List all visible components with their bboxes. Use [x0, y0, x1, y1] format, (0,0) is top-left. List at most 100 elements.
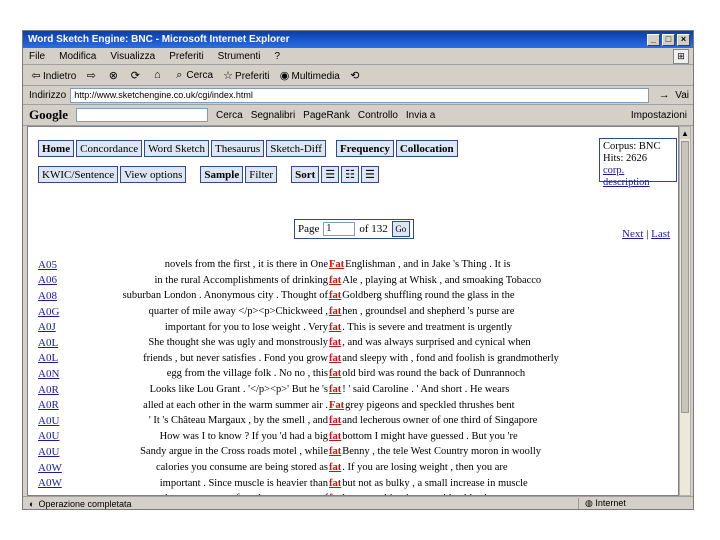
concordance-ref-link[interactable]: A0R — [38, 384, 98, 396]
concordance-keyword[interactable]: Fat — [328, 400, 345, 411]
filter-button[interactable]: Filter — [245, 166, 278, 183]
concordance-row: A08 suburban London . Anonymous city . Th… — [38, 288, 658, 304]
kwic-sentence-button[interactable]: KWIC/Sentence — [38, 166, 119, 183]
concordance-right-context: and sleepy with , fond and foolish is gr… — [342, 352, 559, 364]
status-zone: ◍ Internet — [578, 498, 693, 509]
menu-bar: File Modifica Visualizza Preferiti Strum… — [23, 48, 693, 65]
google-search-input[interactable] — [76, 108, 208, 122]
concordance-ref-link[interactable]: A0L — [38, 337, 98, 349]
nav-concordance-button[interactable]: Concordance — [76, 140, 143, 157]
go-arrow-icon[interactable]: → — [657, 89, 671, 102]
concordance-left-context: How was I to know ? If you 'd had a big — [159, 430, 328, 442]
concordance-keyword[interactable]: fat — [328, 415, 342, 426]
scroll-thumb[interactable] — [681, 141, 689, 413]
concordance-keyword[interactable]: Fat — [328, 259, 345, 270]
concordance-keyword[interactable]: fat — [328, 353, 342, 364]
google-bookmarks[interactable]: Segnalibri — [251, 110, 295, 121]
menu-view[interactable]: Visualizza — [110, 51, 155, 62]
concordance-row: A0L friends , but never satisfies . Fond … — [38, 351, 658, 367]
back-button[interactable]: ⇦ Indietro — [29, 69, 76, 82]
concordance-keyword[interactable]: fat — [328, 306, 342, 317]
concordance-keyword[interactable]: fat — [328, 337, 342, 348]
concordance-ref-link[interactable]: A0W — [38, 462, 98, 474]
status-bar: ◐ Operazione completata ◍ Internet — [23, 496, 693, 509]
scroll-up-icon[interactable]: ▲ — [680, 127, 690, 139]
view-options-button[interactable]: View options — [120, 166, 187, 183]
favorites-button[interactable]: ☆ Preferiti — [221, 69, 269, 82]
concordance-left-context: important for you to lose weight . Very — [164, 321, 328, 333]
concordance-ref-link[interactable]: A0W — [38, 477, 98, 489]
concordance-ref-link[interactable]: A06 — [38, 274, 98, 286]
corpus-description-link[interactable]: corp. description — [603, 165, 673, 189]
concordance-keyword[interactable]: fat — [328, 322, 342, 333]
sort-button[interactable]: Sort — [291, 166, 320, 183]
next-page-link[interactable]: Next — [622, 228, 643, 240]
concordance-ref-link[interactable]: A0G — [38, 306, 98, 318]
concordance-keyword[interactable]: fat — [328, 290, 342, 301]
concordance-ref-link[interactable]: A0J — [38, 321, 98, 333]
concordance-right-context: . If you are losing weight , then you ar… — [342, 462, 508, 474]
windows-logo-icon: ⊞ — [673, 48, 689, 64]
last-page-link[interactable]: Last — [651, 228, 670, 240]
concordance-ref-link[interactable]: A08 — [38, 290, 98, 302]
concordance-row: A0U ' It 's Château Margaux , by the smel… — [38, 413, 658, 429]
sort-node-icon[interactable]: ☷ — [341, 166, 360, 183]
forward-arrow-icon[interactable]: ⇨ — [84, 69, 98, 82]
concordance-row: A0G quarter of mile away </p><p>Chickweed… — [38, 304, 658, 320]
concordance-keyword[interactable]: fat — [328, 368, 342, 379]
concordance-ref-link[interactable]: A05 — [38, 259, 98, 271]
menu-help[interactable]: ? — [274, 51, 280, 62]
google-settings[interactable]: Impostazioni — [631, 110, 687, 121]
google-send[interactable]: Invia a — [406, 110, 435, 121]
concordance-ref-link[interactable]: A0U — [38, 446, 98, 458]
sample-button[interactable]: Sample — [200, 166, 244, 183]
concordance-ref-link[interactable]: A0U — [38, 430, 98, 442]
menu-tools[interactable]: Strumenti — [218, 51, 261, 62]
nav-collocation-button[interactable]: Collocation — [395, 140, 458, 157]
concordance-keyword[interactable]: fat — [328, 384, 342, 395]
menu-edit[interactable]: Modifica — [59, 51, 96, 62]
page-number-input[interactable]: 1 — [323, 222, 356, 236]
concordance-ref-link[interactable]: A0U — [38, 415, 98, 427]
nav-thesaurus-button[interactable]: Thesaurus — [211, 140, 265, 157]
concordance-left-context: egg from the village folk . No no , this — [166, 368, 328, 380]
menu-favorites[interactable]: Preferiti — [169, 51, 203, 62]
nav-sketch-diff-button[interactable]: Sketch-Diff — [266, 140, 326, 157]
stop-icon[interactable]: ⊗ — [106, 69, 120, 82]
maximize-button[interactable]: □ — [662, 33, 675, 46]
concordance-ref-link[interactable]: A0R — [38, 399, 98, 411]
concordance-keyword[interactable]: fat — [328, 431, 342, 442]
go-button[interactable]: Vai — [675, 90, 689, 101]
concordance-row: A0R Looks like Lou Grant . '</p><p>' But … — [38, 382, 658, 398]
concordance-ref-link[interactable]: A0L — [38, 352, 98, 364]
home-icon[interactable]: ⌂ — [150, 69, 164, 82]
refresh-icon[interactable]: ⟳ — [128, 69, 142, 82]
nav-home-button[interactable]: Home — [38, 140, 75, 157]
vertical-scrollbar[interactable]: ▲ — [679, 126, 691, 496]
google-search-button[interactable]: Cerca — [216, 110, 243, 121]
nav-word-sketch-button[interactable]: Word Sketch — [144, 140, 209, 157]
multimedia-button[interactable]: ◉ Multimedia — [278, 69, 340, 82]
concordance-left-context: She thought she was ugly and monstrously — [148, 337, 328, 349]
concordance-row: A0W calories you consume are being stored… — [38, 460, 658, 476]
concordance-right-context: but not as bulky , a small increase in m… — [342, 477, 528, 489]
concordance-keyword[interactable]: fat — [328, 446, 342, 457]
history-icon[interactable]: ⟲ — [348, 69, 362, 82]
concordance-keyword[interactable]: fat — [328, 462, 342, 473]
concordance-ref-link[interactable]: A0N — [38, 368, 98, 380]
page-go-button[interactable]: Go — [391, 221, 410, 237]
sort-right-icon[interactable]: ☰ — [361, 166, 379, 183]
sort-left-icon[interactable]: ☰ — [321, 166, 340, 183]
concordance-right-context: ! ' said Caroline . ' And short . He wea… — [342, 384, 510, 396]
page-nav: Next | Last — [622, 228, 671, 240]
minimize-button[interactable]: _ — [647, 33, 660, 46]
concordance-keyword[interactable]: fat — [328, 478, 342, 489]
corpus-name: Corpus: BNC — [603, 141, 661, 152]
google-spellcheck[interactable]: Controllo — [358, 110, 398, 121]
search-button[interactable]: ⌕ Cerca — [172, 69, 213, 82]
close-button[interactable]: × — [677, 33, 690, 46]
nav-frequency-button[interactable]: Frequency — [335, 140, 394, 157]
address-input[interactable]: http://www.sketchengine.co.uk/cgi/index.… — [70, 87, 650, 103]
concordance-keyword[interactable]: fat — [328, 275, 342, 286]
menu-file[interactable]: File — [29, 51, 45, 62]
